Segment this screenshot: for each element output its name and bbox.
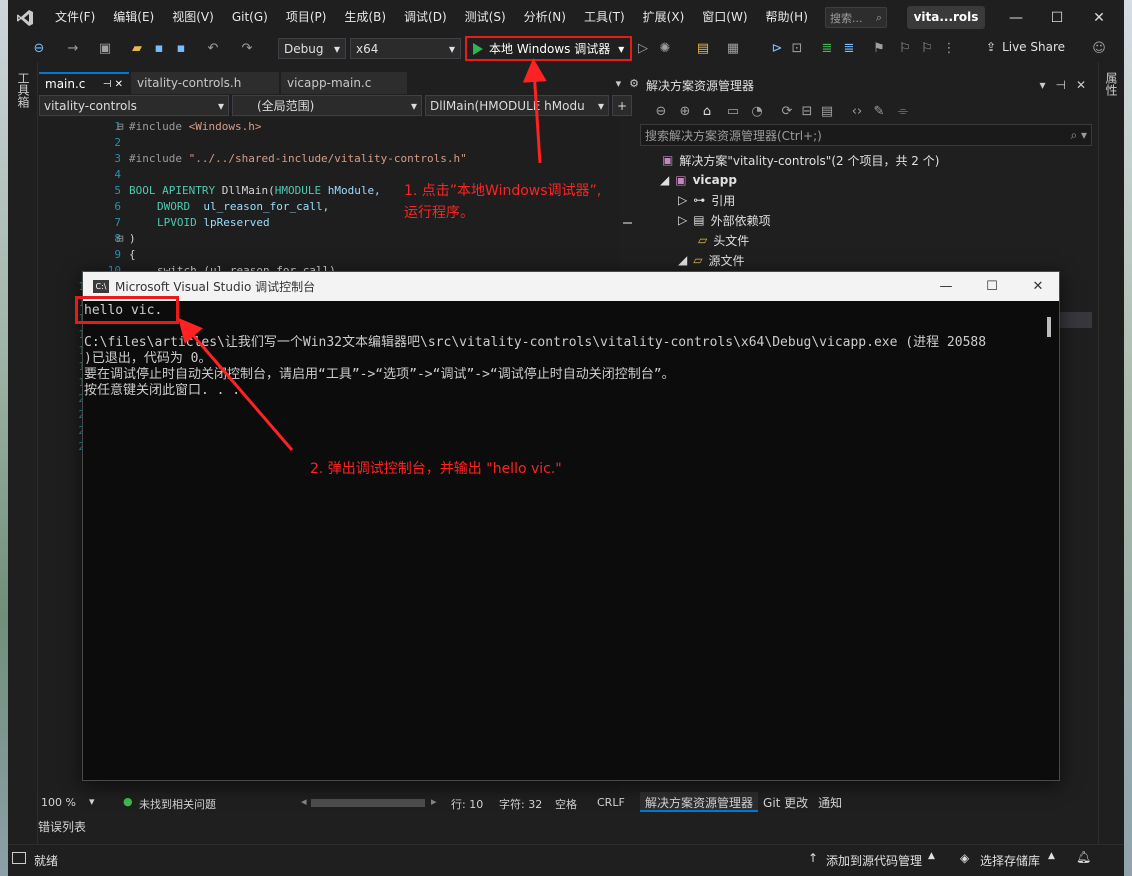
arrow-to-console-output <box>178 317 294 451</box>
arrow-to-run-button <box>522 58 547 164</box>
annotation-arrows <box>178 58 547 451</box>
annotation-step2: 2. 弹出调试控制台，并输出 "hello vic." <box>310 461 562 477</box>
annotation-step1: 1. 点击”本地Windows调试器”, <box>404 183 602 199</box>
annotation-step1-line2: 运行程序。 <box>404 205 474 221</box>
